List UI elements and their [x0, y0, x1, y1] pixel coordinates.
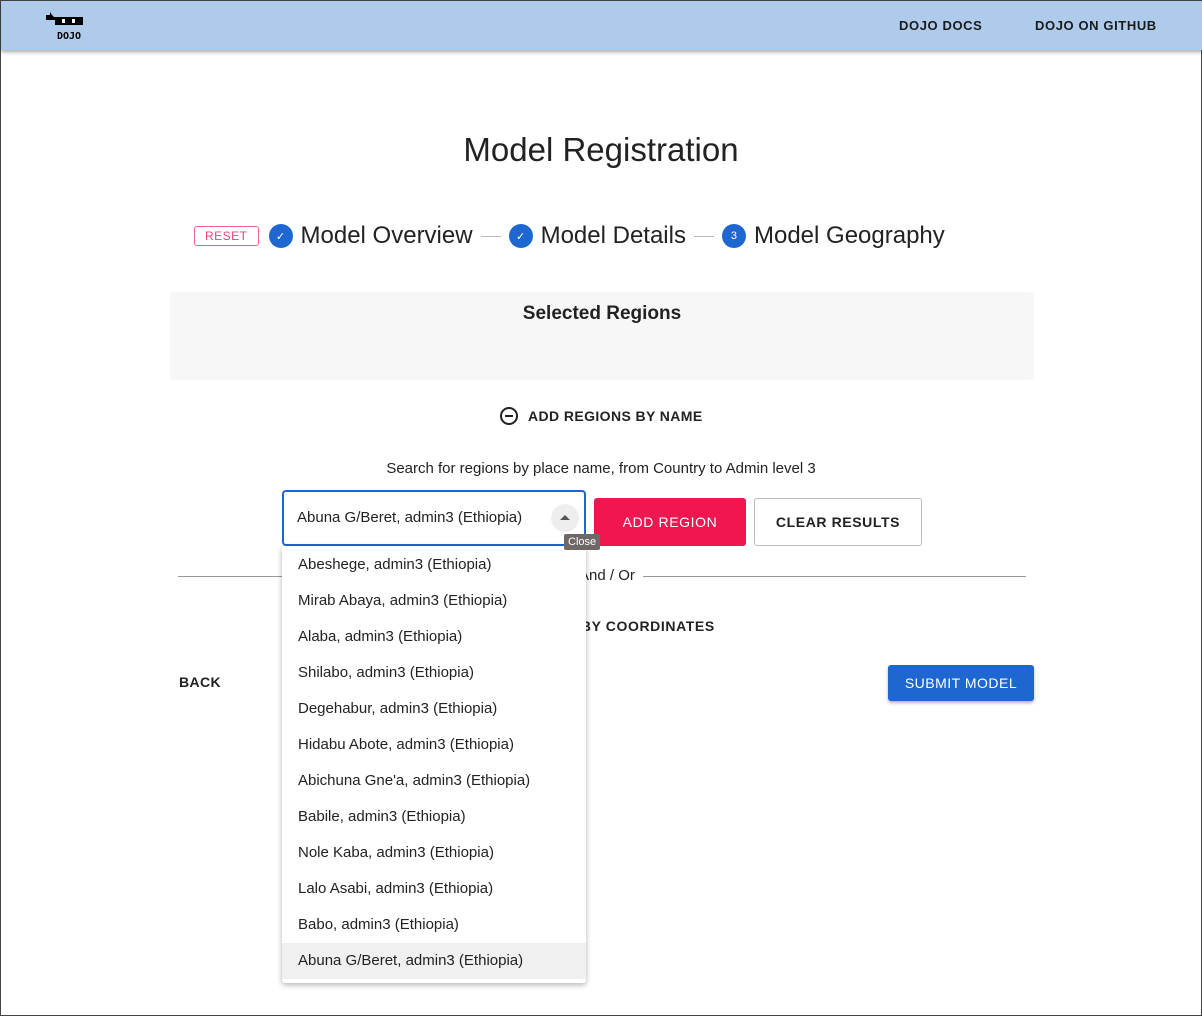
- region-option[interactable]: Degehabur, admin3 (Ethiopia): [282, 691, 586, 727]
- step-connector: [693, 235, 714, 237]
- region-option[interactable]: Babo, admin3 (Ethiopia): [282, 907, 586, 943]
- dojo-docs-link[interactable]: DOJO DOCS: [899, 18, 982, 33]
- back-button[interactable]: BACK: [179, 674, 221, 690]
- region-option[interactable]: Abichuna Gne'a, admin3 (Ethiopia): [282, 763, 586, 799]
- region-option[interactable]: Alaba, admin3 (Ethiopia): [282, 619, 586, 655]
- region-option[interactable]: Shilabo, admin3 (Ethiopia): [282, 655, 586, 691]
- svg-text:DOJO: DOJO: [57, 31, 81, 41]
- region-option[interactable]: Abuna G/Beret, admin3 (Ethiopia): [282, 943, 586, 979]
- minus-circle-icon: [500, 407, 518, 425]
- page-title: Model Registration: [463, 131, 739, 168]
- region-option[interactable]: Mirab Abaya, admin3 (Ethiopia): [282, 583, 586, 619]
- submit-model-button[interactable]: SUBMIT MODEL: [888, 665, 1034, 701]
- add-region-button[interactable]: ADD REGION: [594, 498, 746, 546]
- close-dropdown-arrow-icon[interactable]: [551, 504, 579, 532]
- stepper: RESET ✓ Model Overview ✓ Model Details 3…: [194, 222, 945, 250]
- dojo-logo[interactable]: DOJO: [45, 11, 85, 41]
- dojo-github-link[interactable]: DOJO ON GITHUB: [1035, 18, 1157, 33]
- region-option[interactable]: Hidabu Abote, admin3 (Ethiopia): [282, 727, 586, 763]
- region-option[interactable]: Nole Kaba, admin3 (Ethiopia): [282, 835, 586, 871]
- close-tooltip: Close: [564, 534, 601, 550]
- reset-button[interactable]: RESET: [194, 226, 259, 246]
- clear-results-button[interactable]: CLEAR RESULTS: [754, 498, 922, 546]
- region-option[interactable]: Abeshege, admin3 (Ethiopia): [282, 547, 586, 583]
- check-icon: ✓: [268, 224, 293, 248]
- region-option[interactable]: Babile, admin3 (Ethiopia): [282, 799, 586, 835]
- add-regions-by-name-toggle[interactable]: ADD REGIONS BY NAME: [500, 407, 703, 425]
- add-regions-by-name-label: ADD REGIONS BY NAME: [528, 408, 703, 424]
- step-connector: [480, 235, 501, 237]
- selected-regions-panel: Selected Regions: [170, 292, 1034, 380]
- check-icon: ✓: [508, 224, 533, 248]
- step-model-geography: Model Geography: [753, 222, 945, 249]
- app-bar: DOJO DOJO DOCS DOJO ON GITHUB: [1, 1, 1202, 50]
- region-option[interactable]: Lalo Asabi, admin3 (Ethiopia): [282, 871, 586, 907]
- selected-regions-title: Selected Regions: [522, 303, 682, 324]
- region-options-list: Abeshege, admin3 (Ethiopia) Mirab Abaya, …: [282, 546, 586, 983]
- step-number-icon: 3: [721, 224, 746, 248]
- step-model-details: Model Details: [540, 222, 686, 249]
- region-search-field[interactable]: [282, 490, 586, 546]
- search-hint: Search for regions by place name, from C…: [386, 460, 816, 477]
- step-model-overview: Model Overview: [300, 222, 473, 249]
- region-search-input[interactable]: [297, 509, 547, 526]
